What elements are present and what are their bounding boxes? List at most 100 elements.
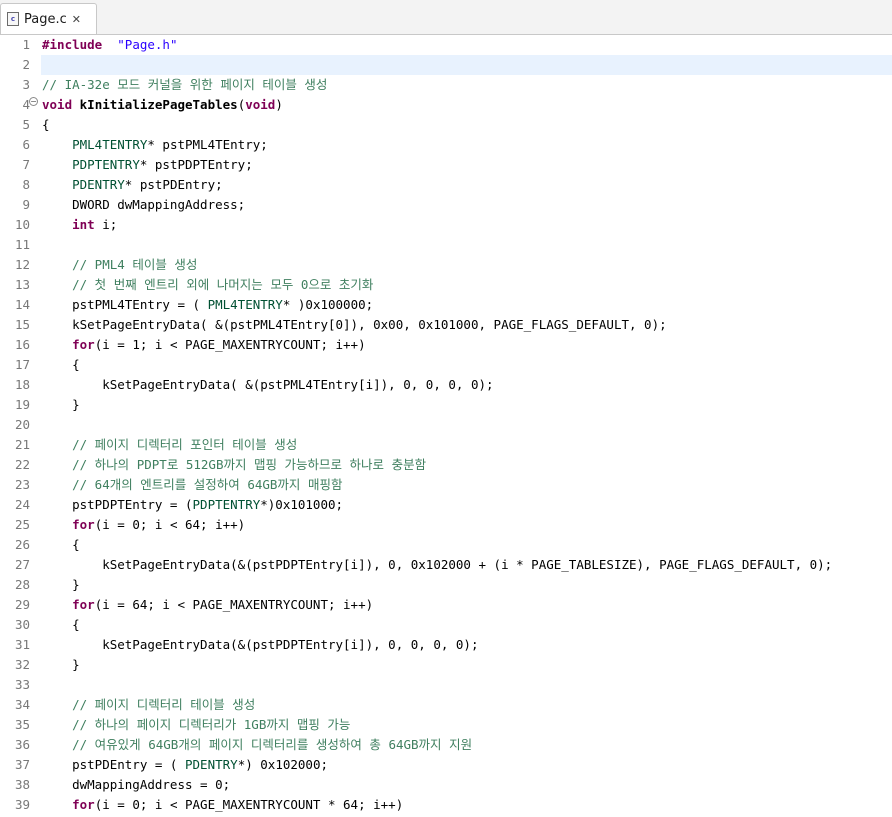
code-token: * )0x100000; xyxy=(282,297,374,312)
code-token: // 첫 번째 엔트리 외에 나머지는 모두 0으로 초기화 xyxy=(72,277,374,292)
code-line[interactable]: pstPDPTEntry = (PDPTENTRY*)0x101000; xyxy=(42,495,343,515)
code-line[interactable]: dwMappingAddress = 0; xyxy=(42,775,230,795)
code-token: PDPTENTRY xyxy=(192,497,261,512)
code-line[interactable]: // PML4 테이블 생성 xyxy=(42,255,197,275)
code-token: PDENTRY xyxy=(185,757,238,772)
code-token: pstPDPTEntry = ( xyxy=(42,497,193,512)
line-number: 28 xyxy=(14,577,30,592)
code-token: // 페이지 디렉터리 포인터 테이블 생성 xyxy=(72,437,298,452)
line-number: 5 xyxy=(22,117,30,132)
line-number: 21 xyxy=(14,437,30,452)
c-source-file-icon: c xyxy=(7,12,19,26)
code-line[interactable]: PDPTENTRY* pstPDPTEntry; xyxy=(42,155,253,175)
code-line[interactable]: } xyxy=(42,395,80,415)
line-number: 2 xyxy=(22,57,30,72)
code-line[interactable]: for(i = 64; i < PAGE_MAXENTRYCOUNT; i++) xyxy=(42,595,373,615)
line-number: 34 xyxy=(14,697,30,712)
code-line[interactable]: kSetPageEntryData(&(pstPDPTEntry[i]), 0,… xyxy=(42,635,479,655)
code-token: (i = 0; i < PAGE_MAXENTRYCOUNT * 64; i++… xyxy=(94,797,404,812)
code-line[interactable]: } xyxy=(42,655,80,675)
code-line[interactable]: for(i = 0; i < 64; i++) xyxy=(42,515,245,535)
code-line[interactable]: // 페이지 디렉터리 테이블 생성 xyxy=(42,695,255,715)
code-line[interactable]: // 첫 번째 엔트리 외에 나머지는 모두 0으로 초기화 xyxy=(42,275,373,295)
code-line[interactable]: // 하나의 PDPT로 512GB까지 맵핑 가능하므로 하나로 충분함 xyxy=(42,455,426,475)
code-line[interactable]: int i; xyxy=(42,215,117,235)
code-token: (i = 0; i < 64; i++) xyxy=(94,517,246,532)
code-line[interactable]: } xyxy=(42,575,80,595)
code-token: *) 0x102000; xyxy=(237,757,328,772)
tab-page-c[interactable]: c Page.c ✕ xyxy=(0,3,97,34)
code-token: kSetPageEntryData( &(pstPML4TEntry[0]), … xyxy=(42,317,667,332)
code-line[interactable]: #include "Page.h" xyxy=(42,35,178,55)
code-line[interactable]: pstPML4TEntry = ( PML4TENTRY* )0x100000; xyxy=(42,295,373,315)
fold-collapse-icon[interactable]: − xyxy=(29,97,38,106)
code-token: for xyxy=(72,337,95,352)
line-number: 36 xyxy=(14,737,30,752)
code-token: } xyxy=(42,397,80,412)
code-token: // 페이지 디렉터리 테이블 생성 xyxy=(72,697,256,712)
code-token: { xyxy=(42,357,80,372)
code-token: kInitializePageTables xyxy=(79,97,238,112)
line-number: 25 xyxy=(14,517,30,532)
line-number: 19 xyxy=(14,397,30,412)
line-number: 12 xyxy=(14,257,30,272)
code-token: // 하나의 페이지 디렉터리가 1GB까지 맵핑 가능 xyxy=(72,717,351,732)
code-line[interactable]: // 페이지 디렉터리 포인터 테이블 생성 xyxy=(42,435,297,455)
code-token: (i = 64; i < PAGE_MAXENTRYCOUNT; i++) xyxy=(94,597,374,612)
code-line[interactable]: for(i = 0; i < PAGE_MAXENTRYCOUNT * 64; … xyxy=(42,795,403,815)
code-line[interactable]: // 하나의 페이지 디렉터리가 1GB까지 맵핑 가능 xyxy=(42,715,350,735)
code-token: pstPDEntry = ( xyxy=(42,757,185,772)
code-token: for xyxy=(72,797,95,812)
code-token: i; xyxy=(94,217,118,232)
line-number: 22 xyxy=(14,457,30,472)
code-token: kSetPageEntryData( &(pstPML4TEntry[i]), … xyxy=(42,377,494,392)
code-token: PML4TENTRY xyxy=(72,137,148,152)
code-line[interactable]: pstPDEntry = ( PDENTRY*) 0x102000; xyxy=(42,755,328,775)
line-number: 10 xyxy=(14,217,30,232)
code-token: } xyxy=(42,577,80,592)
code-line[interactable]: kSetPageEntryData( &(pstPML4TEntry[i]), … xyxy=(42,375,494,395)
code-editor[interactable]: 1 #include "Page.h" 2 3// IA-32e 모드 커널을 위한 … xyxy=(0,35,892,817)
code-token: void xyxy=(42,97,73,112)
code-token: kSetPageEntryData(&(pstPDPTEntry[i]), 0,… xyxy=(42,637,479,652)
line-number: 33 xyxy=(14,677,30,692)
code-line[interactable]: PDENTRY* pstPDEntry; xyxy=(42,175,223,195)
line-number: 37 xyxy=(14,757,30,772)
line-number: 13 xyxy=(14,277,30,292)
code-line[interactable]: { xyxy=(42,535,80,555)
line-number: 4 xyxy=(22,97,30,112)
code-line[interactable]: // 64개의 엔트리를 설정하여 64GB까지 매핑함 xyxy=(42,475,342,495)
line-number: 30 xyxy=(14,617,30,632)
line-number: 31 xyxy=(14,637,30,652)
code-token: { xyxy=(42,117,50,132)
code-line[interactable]: PML4TENTRY* pstPML4TEntry; xyxy=(42,135,268,155)
code-line[interactable]: { xyxy=(42,615,80,635)
line-number: 38 xyxy=(14,777,30,792)
code-token: *)0x101000; xyxy=(260,497,344,512)
code-line[interactable]: for(i = 1; i < PAGE_MAXENTRYCOUNT; i++) xyxy=(42,335,366,355)
code-line[interactable]: kSetPageEntryData( &(pstPML4TEntry[0]), … xyxy=(42,315,667,335)
code-line[interactable]: void kInitializePageTables(void) xyxy=(42,95,283,115)
code-token: "Page.h" xyxy=(117,37,178,52)
close-icon[interactable]: ✕ xyxy=(72,13,81,26)
code-line[interactable]: // 여유있게 64GB개의 페이지 디렉터리를 생성하여 총 64GB까지 지… xyxy=(42,735,472,755)
code-line[interactable]: // IA-32e 모드 커널을 위한 페이지 테이블 생성 xyxy=(42,75,327,95)
code-line[interactable]: DWORD dwMappingAddress; xyxy=(42,195,245,215)
code-token: // IA-32e 모드 커널을 위한 페이지 테이블 생성 xyxy=(42,77,328,92)
line-number: 29 xyxy=(14,597,30,612)
code-line[interactable]: { xyxy=(42,115,50,135)
code-token: (i = 1; i < PAGE_MAXENTRYCOUNT; i++) xyxy=(94,337,366,352)
code-line[interactable]: { xyxy=(42,355,80,375)
code-line[interactable]: kSetPageEntryData(&(pstPDPTEntry[i]), 0,… xyxy=(42,555,832,575)
line-number: 7 xyxy=(22,157,30,172)
line-number: 23 xyxy=(14,477,30,492)
